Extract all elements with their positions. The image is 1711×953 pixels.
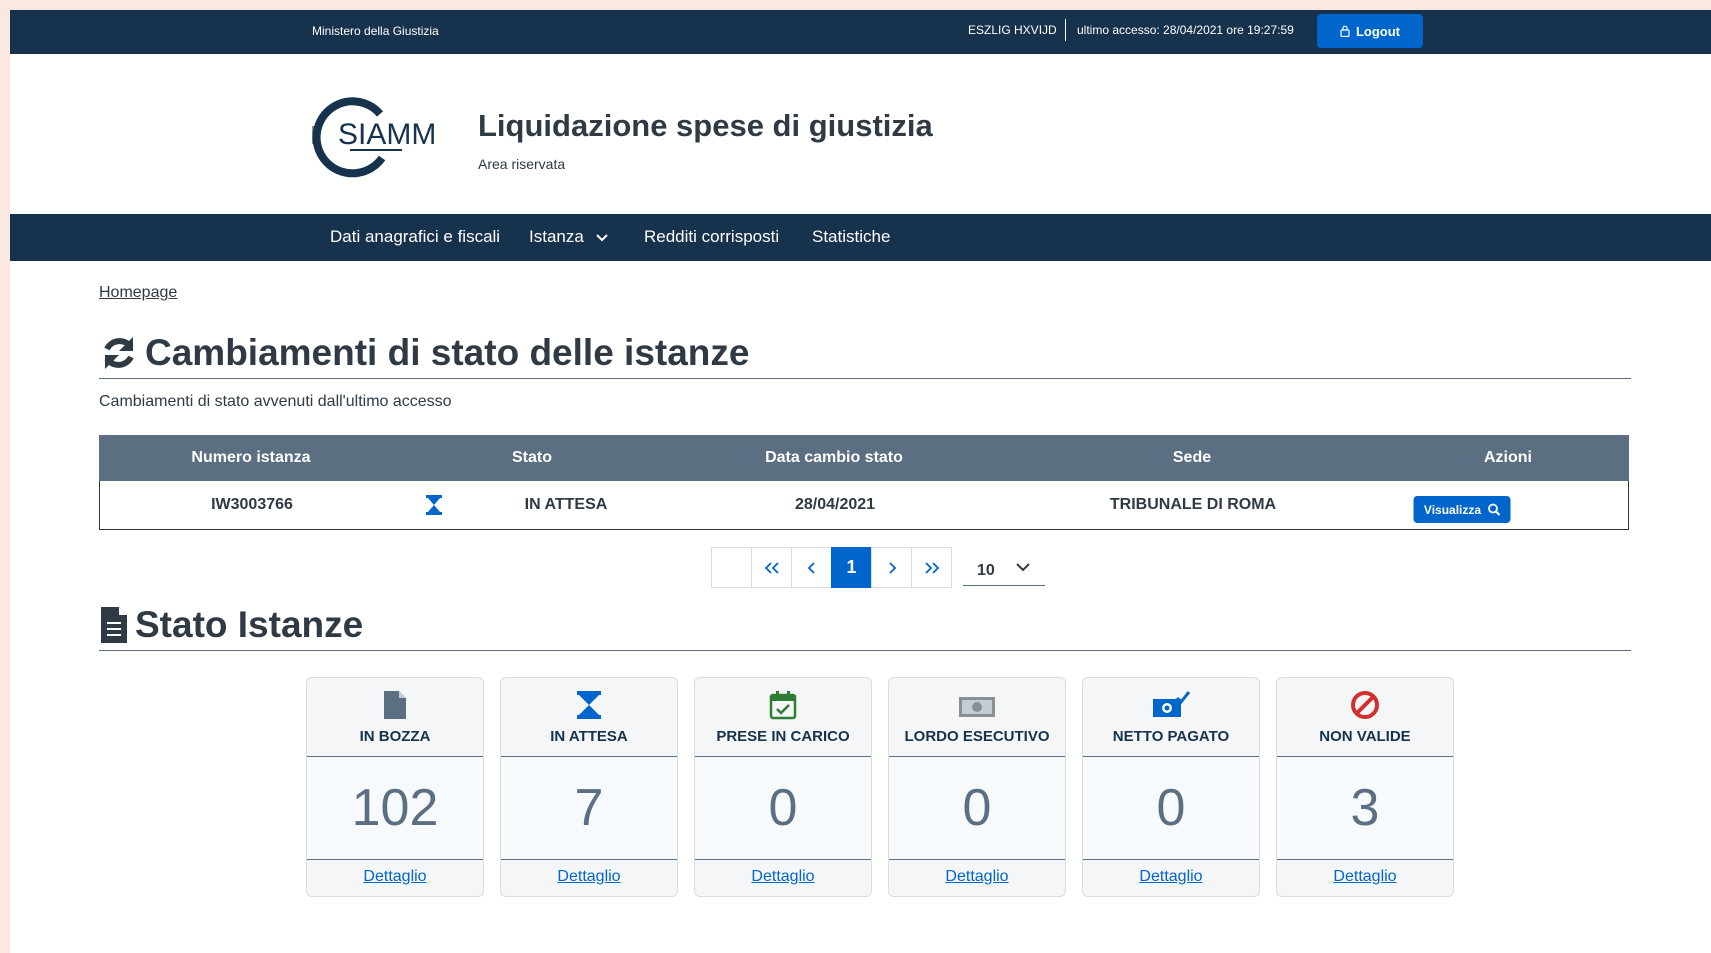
card-label: NON VALIDE — [1319, 728, 1411, 745]
col-data-cambio: Data cambio stato — [765, 449, 903, 466]
visualizza-button[interactable]: Visualizza — [1413, 496, 1511, 523]
nav-item-label: Statistiche — [812, 227, 891, 246]
dettaglio-link[interactable]: Dettaglio — [1083, 868, 1259, 886]
changes-subtitle: Cambiamenti di stato avvenuti dall'ultim… — [99, 393, 452, 410]
first-page-button[interactable] — [751, 547, 792, 588]
dettaglio-link[interactable]: Dettaglio — [501, 868, 677, 886]
nav-item-label: Istanza — [529, 227, 584, 246]
card-label: IN BOZZA — [359, 728, 431, 745]
pagination-blank — [711, 547, 752, 588]
top-bar: Ministero della Giustizia ESZLIG HXVIJD … — [10, 10, 1711, 54]
chevron-left-icon — [807, 561, 815, 574]
logo-text: SIAMM — [338, 118, 436, 151]
changes-title-text: Cambiamenti di stato delle istanze — [145, 332, 750, 373]
site-header: SIAMM Liquidazione spese di giustizia Ar… — [10, 54, 1711, 224]
breadcrumb-homepage[interactable]: Homepage — [99, 284, 177, 302]
card-value: 0 — [1083, 756, 1259, 860]
status-card-netto-pagato: NETTO PAGATO 0 Dettaglio — [1082, 677, 1260, 897]
status-card-prese-in-carico: PRESE IN CARICO 0 Dettaglio — [694, 677, 872, 897]
document-icon — [101, 607, 127, 643]
double-chevron-right-icon — [924, 561, 939, 574]
card-label: LORDO ESECUTIVO — [904, 728, 1050, 745]
card-value: 0 — [695, 756, 871, 860]
logout-button[interactable]: Logout — [1317, 14, 1423, 48]
cell-numero: IW3003766 — [211, 496, 293, 513]
nav-item-istanza[interactable]: Istanza — [529, 227, 609, 247]
last-access: ultimo accesso: 28/04/2021 ore 19:27:59 — [1077, 23, 1294, 37]
table-row: IW3003766 IN ATTESA 28/04/2021 TRIBUNALE… — [99, 481, 1629, 530]
chevron-down-icon — [595, 233, 608, 241]
status-title-text: Stato Istanze — [135, 604, 364, 645]
cell-sede: TRIBUNALE DI ROMA — [1109, 496, 1277, 513]
topbar-divider — [1065, 19, 1066, 41]
logout-label: Logout — [1355, 23, 1401, 39]
card-value: 3 — [1277, 756, 1453, 860]
nav-item-redditi[interactable]: Redditi corrisposti — [644, 227, 779, 247]
document-icon — [307, 690, 483, 720]
card-label: NETTO PAGATO — [1112, 728, 1230, 745]
status-card-non-valide: NON VALIDE 3 Dettaglio — [1276, 677, 1454, 897]
double-chevron-left-icon — [764, 561, 779, 574]
page-size-value: 10 — [977, 562, 995, 579]
page-button-current[interactable]: 1 — [831, 547, 872, 588]
site-subtitle: Area riservata — [478, 156, 566, 172]
changes-table: Numero istanza Stato Data cambio stato S… — [99, 435, 1629, 530]
money-icon — [889, 690, 1065, 720]
page-size-select[interactable]: 10 — [963, 551, 1045, 586]
cell-data: 28/04/2021 — [794, 496, 876, 513]
site-title: Liquidazione spese di giustizia — [478, 108, 933, 143]
ministry-name: Ministero della Giustizia — [312, 24, 439, 38]
cell-stato: IN ATTESA — [524, 496, 608, 513]
page: Ministero della Giustizia ESZLIG HXVIJD … — [10, 10, 1711, 953]
chevron-down-icon — [1016, 563, 1030, 572]
dettaglio-link[interactable]: Dettaglio — [1277, 868, 1453, 886]
calendar-check-icon — [695, 690, 871, 720]
section-divider — [99, 650, 1631, 651]
last-page-button[interactable] — [911, 547, 952, 588]
status-card-in-attesa: IN ATTESA 7 Dettaglio — [500, 677, 678, 897]
card-value: 7 — [501, 756, 677, 860]
money-check-icon — [1083, 690, 1259, 720]
search-icon — [1487, 503, 1500, 516]
table-header: Numero istanza Stato Data cambio stato S… — [99, 435, 1629, 481]
lock-icon — [1340, 25, 1350, 37]
status-title: Stato Istanze — [99, 604, 363, 646]
col-numero-istanza: Numero istanza — [191, 449, 311, 466]
pagination: 1 — [711, 547, 952, 588]
ban-icon — [1277, 690, 1453, 720]
nav-item-label: Dati anagrafici e fiscali — [330, 227, 501, 246]
dettaglio-link[interactable]: Dettaglio — [889, 868, 1065, 886]
col-azioni: Azioni — [1484, 449, 1532, 466]
chevron-right-icon — [888, 561, 896, 574]
card-label: IN ATTESA — [550, 728, 628, 745]
card-value: 102 — [307, 756, 483, 860]
visualizza-label: Visualizza — [1423, 502, 1482, 517]
card-label: PRESE IN CARICO — [716, 728, 850, 745]
card-value: 0 — [889, 756, 1065, 860]
user-name: ESZLIG HXVIJD — [968, 23, 1057, 37]
dettaglio-link[interactable]: Dettaglio — [695, 868, 871, 886]
nav-item-dati-anagrafici[interactable]: Dati anagrafici e fiscali — [330, 227, 500, 247]
hourglass-icon — [425, 495, 443, 520]
prev-page-button[interactable] — [791, 547, 832, 588]
refresh-icon — [104, 337, 134, 369]
hourglass-icon — [501, 690, 677, 720]
col-sede: Sede — [1172, 449, 1212, 466]
main-nav: Dati anagrafici e fiscali Istanza Reddit… — [10, 214, 1711, 261]
status-cards: IN BOZZA 102 Dettaglio IN ATTESA 7 Detta… — [306, 677, 1454, 897]
siamm-logo: SIAMM — [312, 97, 436, 178]
changes-title: Cambiamenti di stato delle istanze — [99, 332, 749, 374]
status-card-lordo-esecutivo: LORDO ESECUTIVO 0 Dettaglio — [888, 677, 1066, 897]
col-stato: Stato — [512, 449, 552, 466]
status-card-in-bozza: IN BOZZA 102 Dettaglio — [306, 677, 484, 897]
nav-item-statistiche[interactable]: Statistiche — [812, 227, 890, 247]
section-divider — [99, 378, 1631, 379]
next-page-button[interactable] — [871, 547, 912, 588]
dettaglio-link[interactable]: Dettaglio — [307, 868, 483, 886]
nav-item-label: Redditi corrisposti — [644, 227, 780, 246]
